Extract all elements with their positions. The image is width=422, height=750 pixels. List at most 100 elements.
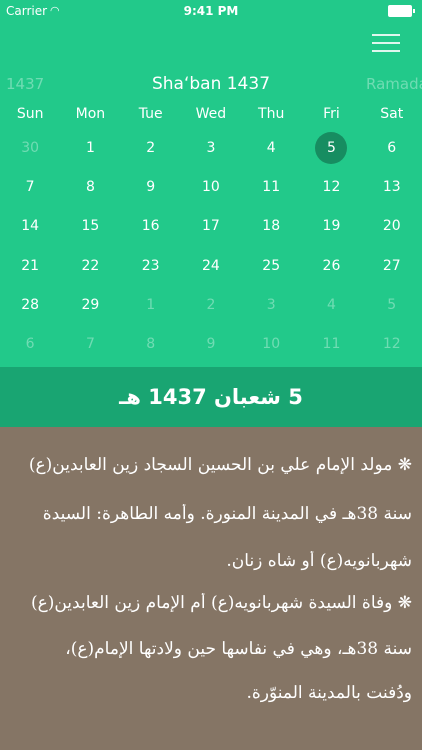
calendar-day[interactable]: 10 <box>241 324 301 363</box>
calendar-day[interactable]: 14 <box>0 207 60 246</box>
weekday-label: Tue <box>138 106 163 122</box>
day-number: 29 <box>81 296 100 313</box>
day-notes: ❋ مولد الإمام علي بن الحسين السجاد زين ا… <box>0 427 422 750</box>
day-number: 23 <box>141 257 160 274</box>
day-number: 16 <box>141 218 160 235</box>
day-number: 7 <box>25 178 35 195</box>
day-number: 14 <box>21 218 40 235</box>
day-number: 11 <box>322 336 341 353</box>
calendar-day[interactable]: 18 <box>241 207 301 246</box>
day-number: 30 <box>21 139 40 156</box>
weekday-label: Sun <box>16 106 44 122</box>
note-line: ❋ وفاة السيدة شهربانويه(ع) أُم الإمام زي… <box>30 593 412 613</box>
calendar-day[interactable]: 20 <box>362 207 422 246</box>
calendar-day[interactable]: 17 <box>181 207 241 246</box>
note-line: شهربانويه(ع) أو شاه زنان. <box>226 551 412 571</box>
day-number: 26 <box>322 257 341 274</box>
calendar-day[interactable]: 7 <box>60 324 120 363</box>
day-number: 5 <box>327 139 336 156</box>
calendar-day[interactable]: 29 <box>60 285 120 324</box>
day-number: 15 <box>81 218 100 235</box>
calendar-day[interactable]: 1 <box>60 128 120 167</box>
weekday-label: Sat <box>380 106 404 122</box>
calendar-day[interactable]: 13 <box>362 167 422 206</box>
calendar-day[interactable]: 16 <box>121 207 181 246</box>
day-number: 22 <box>81 257 100 274</box>
calendar-day[interactable]: 24 <box>181 246 241 285</box>
day-number: 4 <box>266 139 276 156</box>
calendar-day[interactable]: 22 <box>60 246 120 285</box>
calendar-day[interactable]: 26 <box>301 246 361 285</box>
calendar-day[interactable]: 23 <box>121 246 181 285</box>
hamburger-menu-icon[interactable] <box>372 34 400 52</box>
calendar-day[interactable]: 19 <box>301 207 361 246</box>
day-number: 6 <box>387 139 397 156</box>
day-number: 2 <box>206 296 216 313</box>
calendar-day[interactable]: 9 <box>181 324 241 363</box>
day-number: 28 <box>21 296 40 313</box>
calendar-day[interactable]: 25 <box>241 246 301 285</box>
calendar-day[interactable]: 3 <box>181 128 241 167</box>
weekday-label: Thu <box>258 106 285 122</box>
day-number: 12 <box>382 336 401 353</box>
day-number: 13 <box>382 178 401 195</box>
calendar-day[interactable]: 6 <box>362 128 422 167</box>
calendar-day[interactable]: 8 <box>60 167 120 206</box>
selected-date-bar: 5 شعبان 1437 هـ <box>0 367 422 427</box>
day-number: 5 <box>387 296 397 313</box>
weekday-header: Sun Mon Tue Wed Thu Fri Sat <box>0 106 422 126</box>
day-number: 3 <box>206 139 216 156</box>
calendar-day[interactable]: 6 <box>0 324 60 363</box>
note-line: سنة 38هـ، وهي في نفاسها حين ولادتها الإم… <box>65 639 412 659</box>
calendar-day[interactable]: 1 <box>121 285 181 324</box>
calendar-week: 21 22 23 24 25 26 27 <box>0 246 422 285</box>
day-number: 27 <box>382 257 401 274</box>
day-number: 9 <box>146 178 156 195</box>
calendar-day[interactable]: 4 <box>241 128 301 167</box>
calendar-day[interactable]: 9 <box>121 167 181 206</box>
calendar-day[interactable]: 11 <box>301 324 361 363</box>
day-number: 24 <box>202 257 220 274</box>
calendar-day[interactable]: 28 <box>0 285 60 324</box>
calendar-day[interactable]: 11 <box>241 167 301 206</box>
calendar-day[interactable]: 10 <box>181 167 241 206</box>
note-line: ودُفنت بالمدينة المنوّرة. <box>246 683 412 703</box>
battery-icon <box>388 5 415 17</box>
weekday-label: Fri <box>323 106 340 122</box>
calendar-day[interactable]: 30 <box>0 128 60 167</box>
calendar-day[interactable]: 4 <box>301 285 361 324</box>
day-number: 11 <box>262 178 281 195</box>
calendar-grid: 30 1 2 3 4 5 6 7 8 9 10 11 12 13 14 15 16 17 18 19 20 21 22 23 2… <box>0 128 422 364</box>
calendar-day[interactable]: 3 <box>241 285 301 324</box>
day-number: 10 <box>202 178 220 195</box>
calendar-day[interactable]: 27 <box>362 246 422 285</box>
next-month-label[interactable]: Ramada <box>366 75 422 93</box>
month-navigation: 1437 Sha‘ban 1437 Ramada <box>0 72 422 98</box>
day-number: 25 <box>262 257 281 274</box>
day-number: 4 <box>327 296 336 313</box>
day-number: 18 <box>262 218 281 235</box>
calendar-week: 7 8 9 10 11 12 13 <box>0 167 422 206</box>
calendar-day[interactable]: 12 <box>362 324 422 363</box>
calendar-day[interactable]: 21 <box>0 246 60 285</box>
calendar-day[interactable]: 12 <box>301 167 361 206</box>
calendar-panel: Carrier ◠ 9:41 PM 1437 Sha‘ban 1437 Rama… <box>0 0 422 367</box>
day-number: 6 <box>25 336 35 353</box>
calendar-day[interactable]: 2 <box>181 285 241 324</box>
weekday-label: Wed <box>195 106 227 122</box>
calendar-day[interactable]: 5 <box>362 285 422 324</box>
calendar-week: 14 15 16 17 18 19 20 <box>0 207 422 246</box>
day-number: 8 <box>146 336 156 353</box>
calendar-day[interactable]: 15 <box>60 207 120 246</box>
calendar-day[interactable]: 2 <box>121 128 181 167</box>
calendar-day[interactable]: 7 <box>0 167 60 206</box>
calendar-week: 28 29 1 2 3 4 5 <box>0 285 422 324</box>
day-number: 1 <box>146 296 156 313</box>
calendar-day[interactable]: 8 <box>121 324 181 363</box>
day-number: 10 <box>262 336 281 353</box>
day-number: 2 <box>146 139 156 156</box>
calendar-day-selected[interactable]: 5 <box>301 128 361 167</box>
month-title: Sha‘ban 1437 <box>151 74 271 94</box>
status-time: 9:41 PM <box>183 4 239 18</box>
day-number: 1 <box>85 139 95 156</box>
